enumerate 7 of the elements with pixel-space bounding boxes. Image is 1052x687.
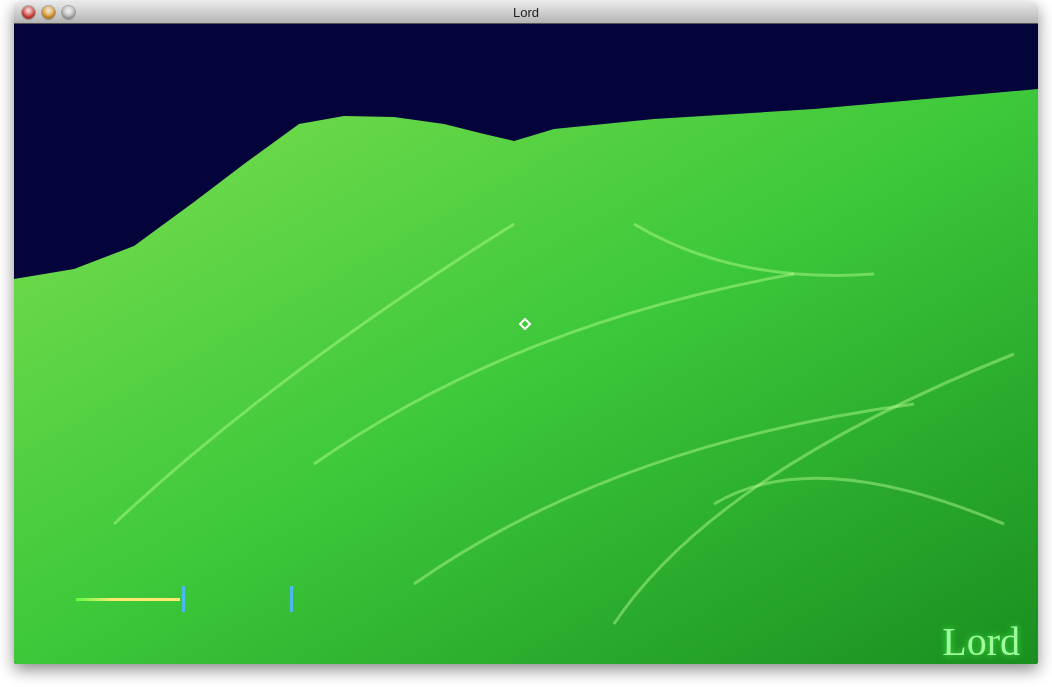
bar-marker [290, 586, 293, 612]
crosshair-icon [519, 318, 531, 330]
minimize-button[interactable] [42, 6, 55, 19]
game-logo: Lord [942, 620, 1020, 664]
close-button[interactable] [22, 6, 35, 19]
window-title: Lord [513, 5, 539, 20]
bar-marker [182, 586, 185, 612]
